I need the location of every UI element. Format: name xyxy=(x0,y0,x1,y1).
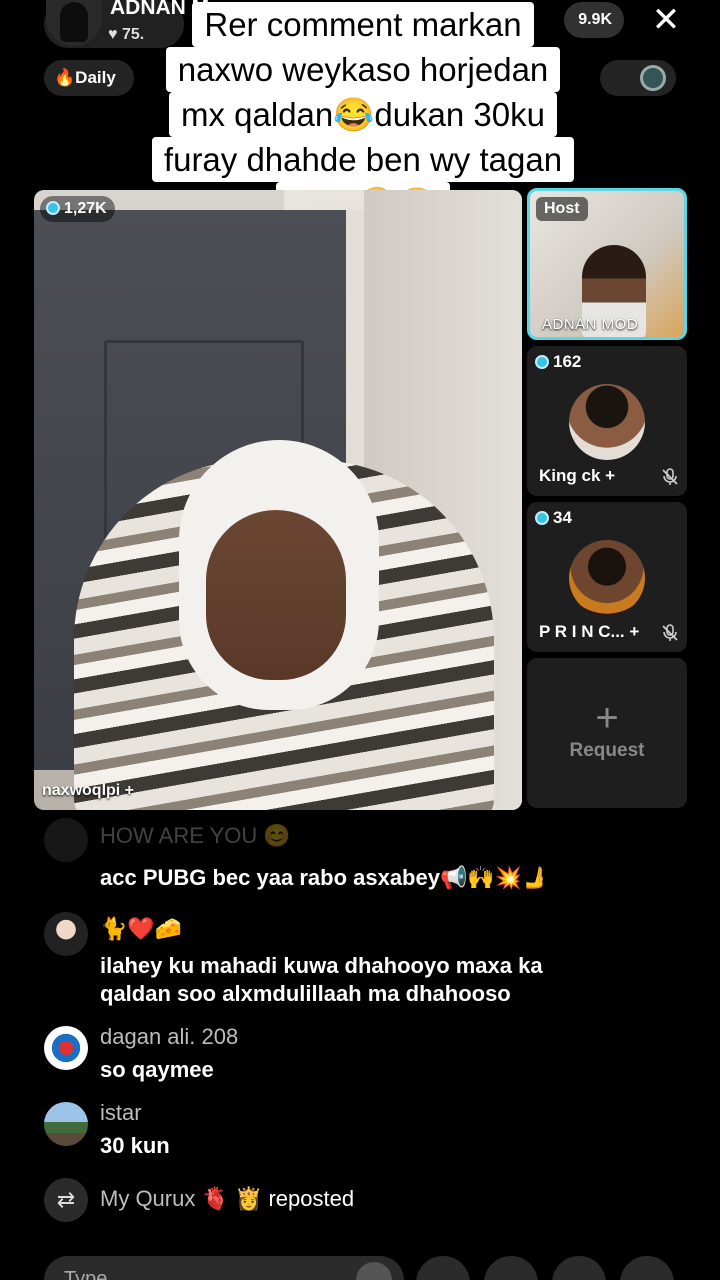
multi-guest-button[interactable] xyxy=(416,1256,470,1280)
host-tile[interactable]: Host ADNAN MOD xyxy=(527,188,687,340)
comment-text: qaldan soo alxmdulillaah ma dhahooso xyxy=(100,981,511,1006)
gem-icon xyxy=(535,355,549,369)
guest-count: 34 xyxy=(535,508,572,528)
plus-icon: + xyxy=(595,696,619,740)
avatar xyxy=(44,912,88,956)
caption-line: furay dhahde ben wy tagan xyxy=(151,137,575,182)
guest-face xyxy=(206,510,346,680)
comment-text: 30 kun xyxy=(100,1133,170,1158)
guest-score: 1,27K xyxy=(64,200,107,217)
list-item[interactable]: HOW ARE YOU 😊 xyxy=(44,818,644,862)
list-item[interactable]: istar 30 kun xyxy=(44,1100,644,1160)
avatar xyxy=(44,1102,88,1146)
caption-line: naxwo weykaso horjedan xyxy=(165,47,561,92)
guest-tile-prince[interactable]: 34 P R I N C... + xyxy=(527,502,687,652)
comment-user[interactable]: istar xyxy=(100,1100,142,1126)
request-label: Request xyxy=(569,740,645,761)
avatar xyxy=(569,540,645,616)
host-label: Host xyxy=(536,197,588,221)
host-tile-name: ADNAN MOD xyxy=(542,316,639,333)
rose-gift-button[interactable] xyxy=(484,1256,538,1280)
gift-icon[interactable] xyxy=(552,1256,606,1280)
main-video[interactable]: 1,27K naxwoqlpi + xyxy=(34,190,522,810)
comment-user[interactable]: 🐈❤️🧀 xyxy=(100,916,182,942)
gem-icon xyxy=(46,201,60,215)
guest-name[interactable]: King ck + xyxy=(539,466,615,486)
compass-icon xyxy=(640,65,666,91)
guest-name[interactable]: P R I N C... + xyxy=(539,622,639,642)
caption-line: mx qaldan😂dukan 30ku xyxy=(169,92,557,137)
guest-tile-king-ck[interactable]: 162 King ck + xyxy=(527,346,687,496)
mic-off-icon xyxy=(662,468,678,485)
repost-icon: ⇄ xyxy=(44,1178,88,1222)
list-item[interactable]: dagan ali. 208 so qaymee xyxy=(44,1024,644,1084)
comment-text: acc PUBG bec yaa rabo asxabey📢🙌💥🫸 xyxy=(100,865,550,890)
mic-off-icon xyxy=(662,624,678,641)
flame-icon: 🔥 xyxy=(54,68,76,87)
guest-score-badge: 1,27K xyxy=(40,196,115,222)
request-button[interactable]: + Request xyxy=(527,658,687,808)
list-item[interactable]: acc PUBG bec yaa rabo asxabey📢🙌💥🫸 xyxy=(44,862,644,894)
guest-username[interactable]: naxwoqlpi + xyxy=(42,782,134,800)
share-icon[interactable] xyxy=(620,1256,674,1280)
gem-icon xyxy=(535,511,549,525)
close-icon[interactable]: ✕ xyxy=(646,0,686,40)
avatar xyxy=(569,384,645,460)
avatar xyxy=(44,818,88,862)
list-item[interactable]: 🐈❤️🧀 ilahey ku mahadi kuwa dhahooyo maxa… xyxy=(44,912,664,1008)
comment-text: HOW ARE YOU 😊 xyxy=(100,823,291,848)
caption-line: Rer comment markan xyxy=(192,2,534,47)
guest-count: 162 xyxy=(535,352,581,372)
repost-action: reposted xyxy=(268,1186,355,1211)
comment-text: so qaymee xyxy=(100,1057,214,1082)
comment-user[interactable]: dagan ali. 208 xyxy=(100,1024,238,1050)
repost-user[interactable]: My Qurux 🫀 👸 xyxy=(100,1186,262,1211)
comment-input[interactable]: Type... xyxy=(44,1256,404,1280)
avatar xyxy=(44,1026,88,1070)
comment-text: ilahey ku mahadi kuwa dhahooyo maxa ka xyxy=(100,953,543,978)
